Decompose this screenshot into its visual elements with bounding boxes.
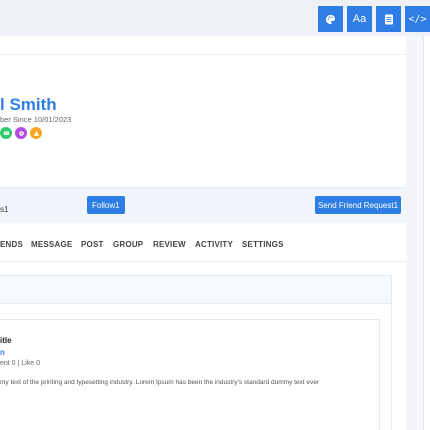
top-toolbar: Aa </> bbox=[318, 6, 430, 32]
post-card: itle n ent 0 | Like 0 my text of the pri… bbox=[0, 319, 380, 430]
tab-activity[interactable]: ACTIVITY bbox=[195, 240, 233, 249]
font-size-button[interactable]: Aa bbox=[347, 6, 372, 32]
gear-badge[interactable] bbox=[15, 127, 27, 139]
profile-tabs: ENDS MESSAGE POST GROUP REVIEW ACTIVITY … bbox=[0, 224, 406, 262]
code-icon: </> bbox=[408, 13, 427, 25]
palette-icon bbox=[325, 14, 336, 24]
member-since-text: ber Since 10/01/2023 bbox=[0, 115, 72, 124]
send-friend-request-button[interactable]: Send Friend Request1 bbox=[315, 196, 401, 214]
document-icon bbox=[384, 14, 393, 24]
profile-badges bbox=[0, 127, 42, 139]
friend-count-text: s1 bbox=[0, 205, 9, 214]
posts-panel-header bbox=[0, 276, 391, 304]
scrollbar-track[interactable] bbox=[423, 36, 430, 430]
profile-action-bar: s1 Follow1 Send Friend Request1 bbox=[0, 187, 406, 223]
profile-header: l Smith ber Since 10/01/2023 bbox=[0, 54, 406, 186]
post-author[interactable]: n bbox=[0, 348, 5, 357]
warning-badge[interactable] bbox=[30, 127, 42, 139]
post-stats: ent 0 | Like 0 bbox=[0, 360, 40, 367]
main-content: l Smith ber Since 10/01/2023 s1 Follow1 … bbox=[0, 36, 406, 430]
posts-panel: itle n ent 0 | Like 0 my text of the pri… bbox=[0, 275, 392, 430]
tab-review[interactable]: REVIEW bbox=[153, 240, 186, 249]
gear-icon bbox=[18, 130, 24, 136]
tab-group[interactable]: GROUP bbox=[113, 240, 143, 249]
post-body: my text of the printing and typesetting … bbox=[0, 379, 320, 386]
tab-post[interactable]: POST bbox=[81, 240, 104, 249]
chat-icon bbox=[3, 130, 9, 135]
top-bar: Aa </> bbox=[0, 0, 430, 36]
tab-message[interactable]: MESSAGE bbox=[31, 240, 72, 249]
chat-badge[interactable] bbox=[0, 127, 12, 139]
profile-name: l Smith bbox=[0, 95, 57, 114]
tab-friends[interactable]: ENDS bbox=[0, 240, 23, 249]
document-button[interactable] bbox=[376, 6, 401, 32]
code-button[interactable]: </> bbox=[405, 6, 430, 32]
warning-icon bbox=[33, 130, 39, 136]
palette-button[interactable] bbox=[318, 6, 343, 32]
follow-button[interactable]: Follow1 bbox=[87, 196, 125, 214]
font-size-icon: Aa bbox=[352, 13, 367, 25]
post-title[interactable]: itle bbox=[0, 336, 12, 345]
tab-settings[interactable]: SETTINGS bbox=[242, 240, 284, 249]
